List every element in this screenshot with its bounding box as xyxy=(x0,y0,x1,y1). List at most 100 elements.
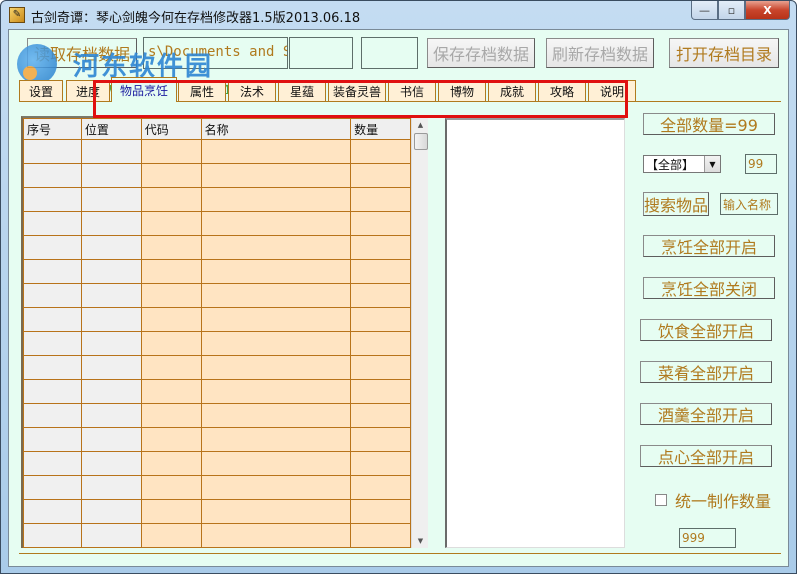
table-cell[interactable] xyxy=(350,451,411,476)
table-cell[interactable] xyxy=(23,259,82,284)
close-button[interactable]: X xyxy=(745,1,790,20)
table-cell[interactable] xyxy=(350,259,411,284)
table-cell[interactable] xyxy=(200,259,352,284)
table-row[interactable] xyxy=(23,355,411,380)
table-cell[interactable] xyxy=(140,235,202,260)
table-cell[interactable] xyxy=(350,403,411,428)
table-cell[interactable] xyxy=(80,403,142,428)
tab-museum[interactable]: 博物 xyxy=(438,80,486,101)
table-cell[interactable] xyxy=(80,187,142,212)
table-cell[interactable] xyxy=(140,355,202,380)
table-row[interactable] xyxy=(23,307,411,332)
search-items-button[interactable]: 搜索物品 xyxy=(643,192,709,216)
table-cell[interactable] xyxy=(140,475,202,500)
tab-help[interactable]: 说明 xyxy=(588,80,636,101)
toolbar-field-2[interactable] xyxy=(289,37,353,69)
cooking-all-off-button[interactable]: 烹饪全部关闭 xyxy=(643,277,775,299)
table-row[interactable] xyxy=(23,211,411,236)
tab-progress[interactable]: 进度 xyxy=(66,80,110,101)
table-cell[interactable] xyxy=(80,163,142,188)
column-header-quantity[interactable]: 数量 xyxy=(350,118,411,140)
table-cell[interactable] xyxy=(200,379,352,404)
table-row[interactable] xyxy=(23,235,411,260)
items-grid[interactable]: 序号 位置 代码 名称 数量 xyxy=(21,116,411,548)
table-cell[interactable] xyxy=(200,163,352,188)
table-row[interactable] xyxy=(23,523,411,548)
item-name-input[interactable]: 输入名称 xyxy=(720,193,778,215)
tab-guide[interactable]: 攻略 xyxy=(538,80,586,101)
detail-listbox[interactable] xyxy=(445,118,625,548)
table-cell[interactable] xyxy=(350,211,411,236)
table-cell[interactable] xyxy=(350,331,411,356)
table-cell[interactable] xyxy=(200,523,352,548)
table-cell[interactable] xyxy=(200,307,352,332)
tab-attributes[interactable]: 属性 xyxy=(178,80,226,101)
table-cell[interactable] xyxy=(80,427,142,452)
food-all-on-button[interactable]: 饮食全部开启 xyxy=(640,319,772,341)
table-cell[interactable] xyxy=(200,427,352,452)
table-cell[interactable] xyxy=(200,475,352,500)
table-cell[interactable] xyxy=(200,499,352,524)
title-bar[interactable]: ✎ 古剑奇谭：琴心剑魄今何在存档修改器1.5版2013.06.18 — ▫ X xyxy=(1,1,796,29)
column-header-name[interactable]: 名称 xyxy=(200,118,352,140)
table-cell[interactable] xyxy=(200,451,352,476)
table-cell[interactable] xyxy=(23,139,82,164)
table-cell[interactable] xyxy=(23,403,82,428)
table-row[interactable] xyxy=(23,427,411,452)
table-cell[interactable] xyxy=(80,379,142,404)
table-row[interactable] xyxy=(23,283,411,308)
table-cell[interactable] xyxy=(140,403,202,428)
cooking-all-on-button[interactable]: 烹饪全部开启 xyxy=(643,235,775,257)
table-cell[interactable] xyxy=(80,499,142,524)
tab-items-cooking[interactable]: 物品烹饪 xyxy=(111,77,177,102)
table-cell[interactable] xyxy=(23,523,82,548)
table-cell[interactable] xyxy=(80,307,142,332)
table-cell[interactable] xyxy=(23,355,82,380)
category-select[interactable]: 【全部】 ▼ xyxy=(643,155,721,173)
table-row[interactable] xyxy=(23,403,411,428)
table-cell[interactable] xyxy=(23,451,82,476)
table-cell[interactable] xyxy=(80,475,142,500)
chevron-down-icon[interactable]: ▼ xyxy=(704,156,720,172)
table-cell[interactable] xyxy=(350,475,411,500)
table-cell[interactable] xyxy=(80,331,142,356)
table-cell[interactable] xyxy=(140,259,202,284)
table-cell[interactable] xyxy=(140,379,202,404)
total-quantity-button[interactable]: 全部数量=99 xyxy=(643,113,775,135)
table-cell[interactable] xyxy=(200,355,352,380)
scroll-down-icon[interactable]: ▼ xyxy=(412,534,429,548)
read-save-button[interactable]: 读取存档数据 xyxy=(27,38,137,68)
table-cell[interactable] xyxy=(200,187,352,212)
table-cell[interactable] xyxy=(140,307,202,332)
table-cell[interactable] xyxy=(140,427,202,452)
table-cell[interactable] xyxy=(140,331,202,356)
table-cell[interactable] xyxy=(23,187,82,212)
table-row[interactable] xyxy=(23,187,411,212)
table-cell[interactable] xyxy=(200,283,352,308)
table-cell[interactable] xyxy=(23,499,82,524)
unify-quantity-row[interactable]: 统一制作数量 xyxy=(655,488,771,512)
tab-equipment-pets[interactable]: 装备灵兽 xyxy=(328,80,386,101)
toolbar-field-3[interactable] xyxy=(361,37,418,69)
table-cell[interactable] xyxy=(23,427,82,452)
table-cell[interactable] xyxy=(350,163,411,188)
table-row[interactable] xyxy=(23,163,411,188)
save-path-field[interactable]: s\Documents and S xyxy=(143,37,288,69)
tab-star-aura[interactable]: 星蕴 xyxy=(278,80,326,101)
table-row[interactable] xyxy=(23,331,411,356)
unify-quantity-checkbox[interactable] xyxy=(655,494,667,506)
column-header-position[interactable]: 位置 xyxy=(80,118,142,140)
tab-achievements[interactable]: 成就 xyxy=(488,80,536,101)
table-cell[interactable] xyxy=(200,235,352,260)
table-cell[interactable] xyxy=(23,475,82,500)
table-cell[interactable] xyxy=(23,283,82,308)
table-cell[interactable] xyxy=(350,379,411,404)
scroll-thumb[interactable] xyxy=(414,133,428,150)
table-cell[interactable] xyxy=(80,259,142,284)
table-row[interactable] xyxy=(23,451,411,476)
table-row[interactable] xyxy=(23,379,411,404)
table-cell[interactable] xyxy=(350,499,411,524)
save-data-button[interactable]: 保存存档数据 xyxy=(427,38,535,68)
minimize-button[interactable]: — xyxy=(691,1,718,20)
table-cell[interactable] xyxy=(23,331,82,356)
